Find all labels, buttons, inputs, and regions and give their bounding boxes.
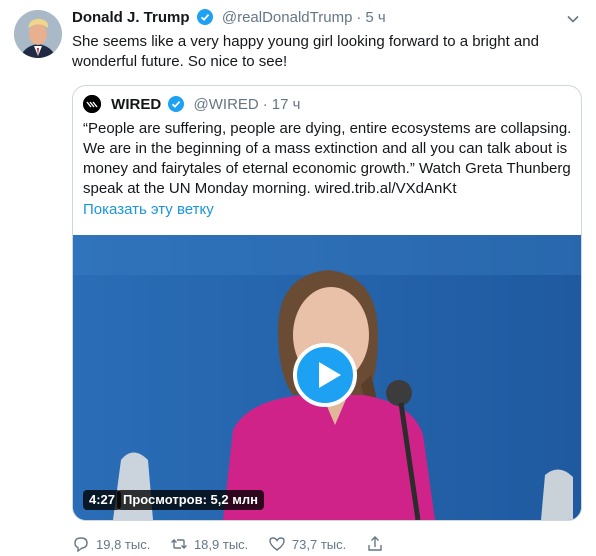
avatar-image — [14, 10, 62, 58]
tweet-header: Donald J. Trump @realDonaldTrump · 5 ч — [72, 9, 556, 29]
author-name[interactable]: Donald J. Trump — [72, 9, 190, 26]
quoted-header: WIRED @WIRED · 17 ч — [83, 95, 300, 115]
tweet-actions: 19,8 тыс. 18,9 тыс. 73,7 тыс. — [72, 535, 406, 555]
reply-icon — [74, 537, 88, 553]
video-duration: 4:27 — [83, 490, 122, 510]
separator-dot: · — [356, 9, 362, 26]
verified-badge-icon — [168, 96, 185, 116]
share-button[interactable] — [366, 535, 390, 553]
verified-badge-icon — [196, 9, 213, 29]
separator-dot: · — [262, 96, 268, 113]
reply-count: 19,8 тыс. — [96, 537, 151, 552]
show-thread-link[interactable]: Показать эту ветку — [83, 201, 214, 218]
like-count: 73,7 тыс. — [291, 537, 347, 552]
reply-button[interactable]: 19,8 тыс. — [72, 535, 150, 553]
video-player[interactable]: 4:27 Просмотров: 5,2 млн — [73, 235, 581, 520]
retweet-count: 18,9 тыс. — [193, 537, 249, 552]
author-avatar[interactable] — [14, 10, 62, 58]
play-icon[interactable] — [293, 343, 357, 407]
video-views: Просмотров: 5,2 млн — [117, 490, 264, 510]
share-icon — [368, 536, 382, 551]
quoted-timestamp: 17 ч — [271, 96, 301, 113]
wired-avatar — [83, 95, 101, 113]
retweet-icon — [170, 539, 187, 549]
tweet-text: She seems like a very happy young girl l… — [72, 33, 539, 70]
quoted-author-name: WIRED — [111, 96, 162, 113]
quoted-handle: @WIRED — [193, 96, 259, 113]
like-icon — [269, 537, 285, 551]
tweet-timestamp[interactable]: 5 ч — [365, 9, 385, 26]
quoted-tweet[interactable]: WIRED @WIRED · 17 ч “People are suffering,… — [72, 85, 582, 521]
author-handle[interactable]: @realDonaldTrump — [222, 9, 353, 26]
like-button[interactable]: 73,7 тыс. — [268, 535, 346, 553]
retweet-button[interactable]: 18,9 тыс. — [170, 535, 248, 553]
quoted-text: “People are suffering, people are dying,… — [83, 120, 572, 197]
chevron-down-icon[interactable] — [566, 12, 580, 26]
